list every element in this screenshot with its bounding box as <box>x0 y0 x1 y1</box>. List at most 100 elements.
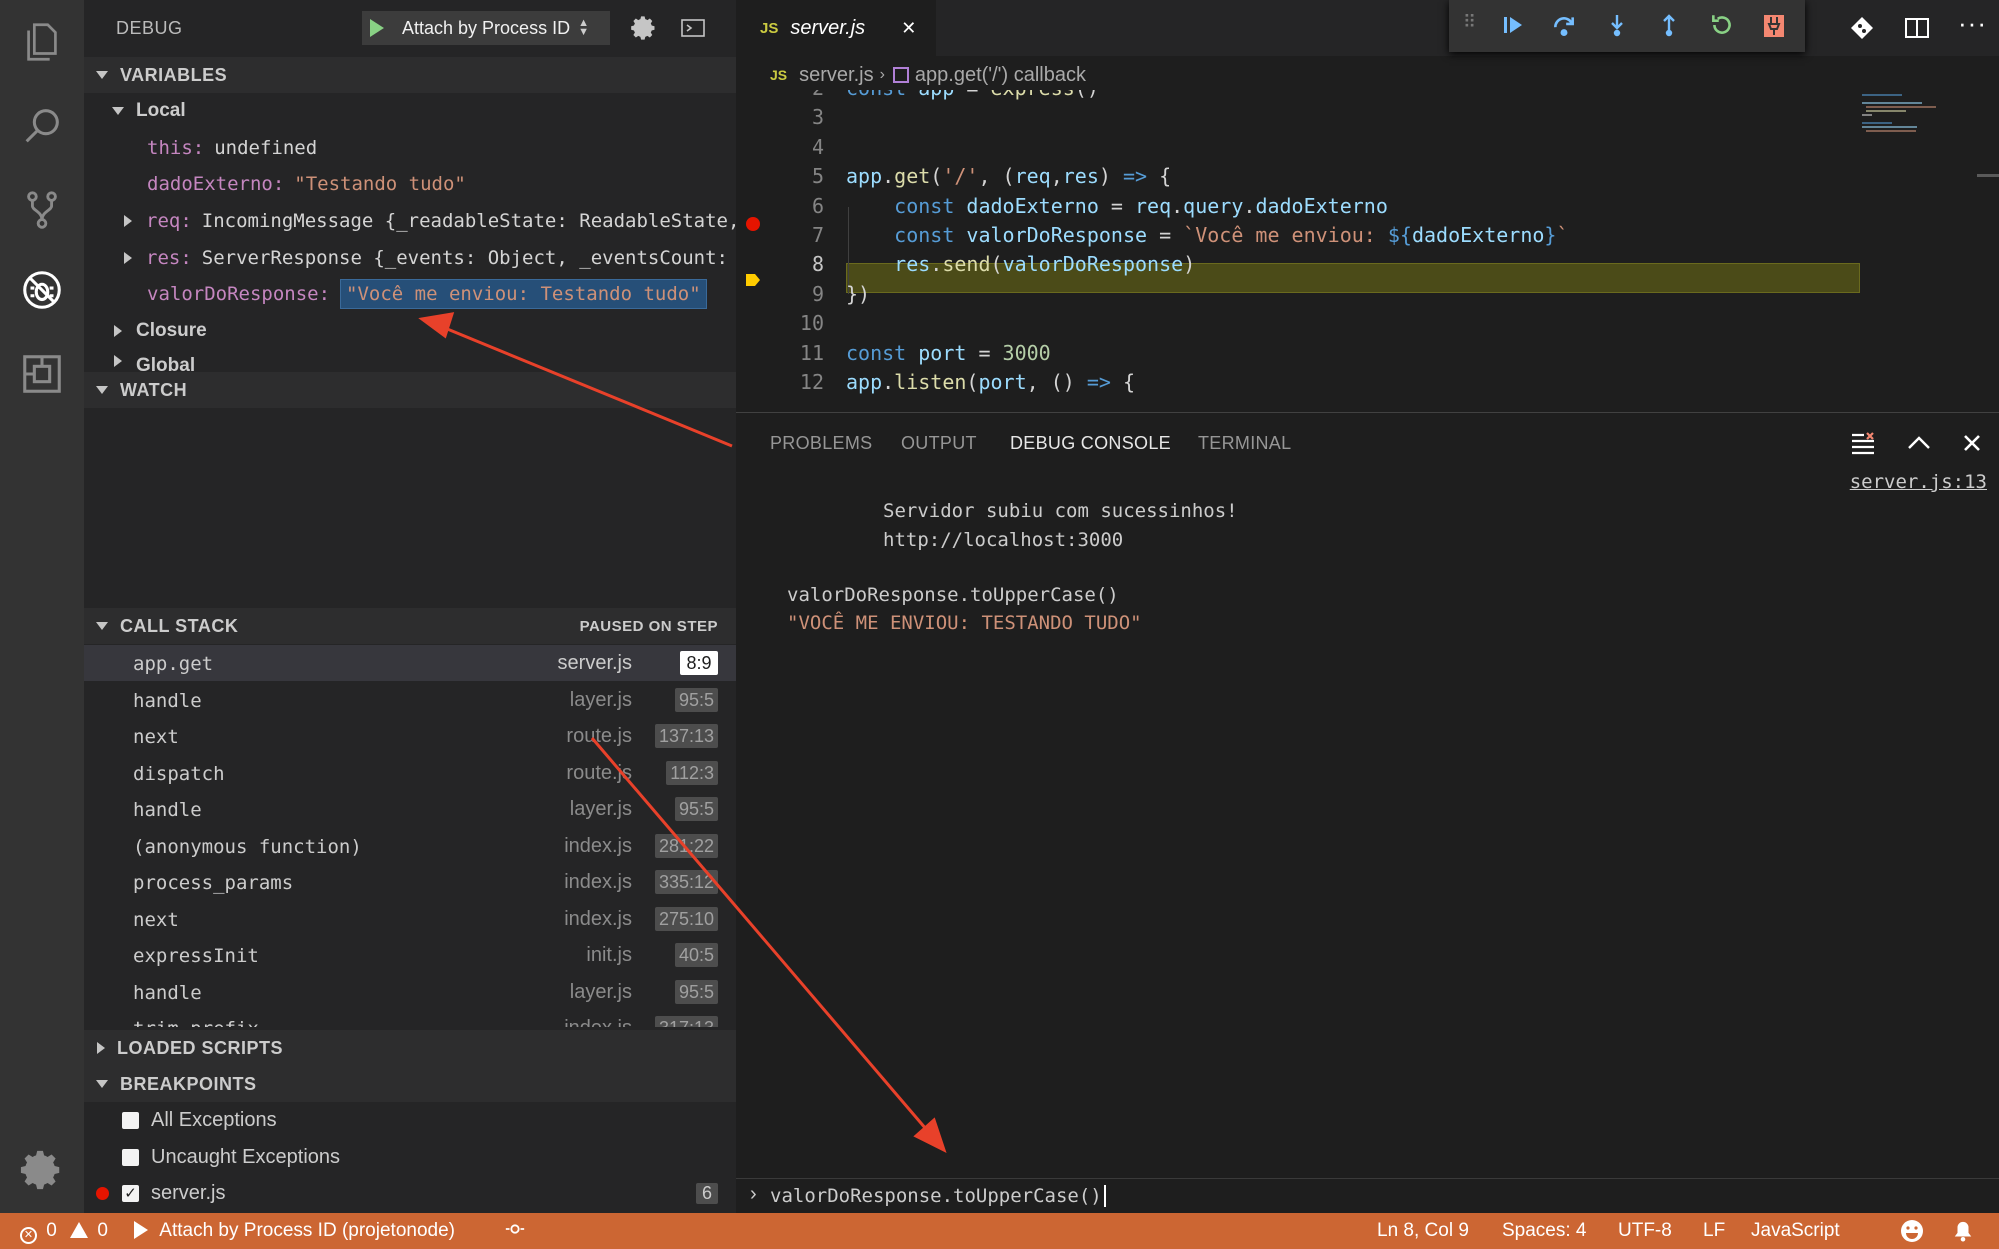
continue-icon[interactable] <box>1501 12 1525 38</box>
frame-file: index.js <box>564 871 632 893</box>
collapse-icon <box>96 71 108 79</box>
minimap[interactable] <box>1856 90 1956 160</box>
disconnect-icon[interactable] <box>1763 14 1785 38</box>
code-line: 2 const app = express() <box>736 90 1999 103</box>
prompt-chevron-icon: › <box>750 1183 757 1205</box>
expand-icon[interactable] <box>124 215 132 227</box>
breakpoints-title: BREAKPOINTS <box>120 1073 257 1094</box>
step-over-icon[interactable] <box>1551 12 1577 38</box>
call-stack-frame[interactable]: process_params index.js 335:12 <box>84 864 736 900</box>
call-stack-frame[interactable]: next route.js 137:13 <box>84 718 736 754</box>
call-stack-frame[interactable]: trim_prefix index.js 317:13 <box>84 1010 736 1027</box>
code-token: = <box>1147 223 1184 247</box>
search-icon[interactable] <box>0 84 84 168</box>
checkbox[interactable] <box>122 1111 139 1129</box>
tab-problems[interactable]: PROBLEMS <box>770 433 872 454</box>
extensions-icon[interactable] <box>0 332 84 416</box>
step-into-icon[interactable] <box>1605 12 1629 38</box>
call-stack-frame[interactable]: expressInit init.js 40:5 <box>84 937 736 973</box>
debug-console-toggle-icon[interactable] <box>680 16 706 40</box>
line-ending[interactable]: LF <box>1703 1220 1725 1242</box>
maximize-panel-icon[interactable] <box>1906 433 1932 453</box>
feedback-smiley-icon[interactable] <box>1900 1219 1924 1249</box>
code-token: dadoExterno <box>1411 223 1545 247</box>
call-stack-frame[interactable]: dispatch route.js 112:3 <box>84 755 736 791</box>
close-icon[interactable]: ✕ <box>901 18 916 39</box>
variable-row[interactable]: this: undefined <box>84 130 736 166</box>
debug-config-select[interactable]: Attach by Process ID ▲ ▼ <box>392 11 610 45</box>
call-stack-frame[interactable]: handle layer.js 95:5 <box>84 682 736 718</box>
frame-position-badge: 95:5 <box>674 979 718 1004</box>
breakpoint-item[interactable]: ✓ server.js 6 <box>84 1175 736 1211</box>
frame-file: server.js <box>557 652 632 674</box>
encoding[interactable]: UTF-8 <box>1618 1220 1672 1242</box>
watch-section-header[interactable]: WATCH <box>84 372 736 408</box>
scope-closure[interactable]: Closure <box>84 313 736 349</box>
checkbox-checked[interactable]: ✓ <box>122 1184 139 1202</box>
broadcast-icon[interactable] <box>504 1218 526 1246</box>
variable-row[interactable]: dadoExterno: "Testando tudo" <box>84 166 736 202</box>
call-stack-section-header[interactable]: CALL STACK PAUSED ON STEP <box>84 608 736 644</box>
code-area[interactable]: 2const app = express()345app.get('/', (r… <box>736 90 1999 412</box>
frame-function: (anonymous function) <box>133 835 362 858</box>
clear-console-icon[interactable] <box>1850 431 1876 455</box>
settings-gear-icon[interactable] <box>0 1128 84 1212</box>
tab-server-js[interactable]: JS server.js ✕ <box>736 0 936 56</box>
language-mode[interactable]: JavaScript <box>1751 1220 1840 1242</box>
notifications-bell-icon[interactable] <box>1952 1219 1974 1249</box>
open-changes-icon[interactable] <box>1850 16 1874 40</box>
frame-position-badge: 335:12 <box>654 870 718 894</box>
call-stack-frame[interactable]: (anonymous function) index.js 281:22 <box>84 828 736 864</box>
scope-global[interactable]: Global <box>84 349 736 371</box>
breakpoint-item[interactable]: All Exceptions <box>84 1102 736 1138</box>
more-actions-icon[interactable]: ··· <box>1958 8 1987 39</box>
debug-settings-icon[interactable] <box>630 14 658 42</box>
indentation[interactable]: Spaces: 4 <box>1502 1220 1587 1242</box>
line-number: 5 <box>811 164 824 188</box>
code-token: app <box>846 370 883 394</box>
variables-section-header[interactable]: VARIABLES <box>84 57 736 93</box>
debug-icon[interactable] <box>0 248 84 332</box>
split-editor-icon[interactable] <box>1904 16 1930 40</box>
tab-debug-console[interactable]: DEBUG CONSOLE <box>1010 433 1171 454</box>
loaded-scripts-section-header[interactable]: LOADED SCRIPTS <box>84 1030 736 1066</box>
scrollbar-thumb[interactable] <box>1977 174 1999 177</box>
close-panel-icon[interactable] <box>1962 433 1982 453</box>
tab-terminal[interactable]: TERMINAL <box>1198 433 1291 454</box>
restart-icon[interactable] <box>1709 12 1735 38</box>
variable-row[interactable]: res: ServerResponse {_events: Object, _e… <box>84 240 736 276</box>
start-debugging-button[interactable] <box>362 11 392 45</box>
breakpoint-item[interactable]: Uncaught Exceptions <box>84 1139 736 1175</box>
source-control-icon[interactable] <box>0 168 84 252</box>
breadcrumb-symbol[interactable]: app.get('/') callback <box>915 64 1086 87</box>
scope-local-label: Local <box>136 100 186 121</box>
call-stack-frame[interactable]: handle layer.js 95:5 <box>84 791 736 827</box>
breadcrumb-file[interactable]: server.js <box>799 64 873 87</box>
cursor-position[interactable]: Ln 8, Col 9 <box>1377 1220 1469 1242</box>
source-link[interactable]: server.js:13 <box>1850 471 1987 493</box>
scope-local[interactable]: Local <box>84 93 736 129</box>
call-stack-frame[interactable]: app.get server.js 8:9 <box>84 645 736 681</box>
variable-row[interactable]: req: IncomingMessage {_readableState: Re… <box>84 203 736 239</box>
line-number: 4 <box>811 135 824 159</box>
call-stack-frame[interactable]: handle layer.js 95:5 <box>84 974 736 1010</box>
step-out-icon[interactable] <box>1657 12 1681 38</box>
frame-function: trim_prefix <box>133 1018 259 1027</box>
line-number: 6 <box>811 194 824 218</box>
variable-row[interactable]: valorDoResponse: "Você me enviou: Testan… <box>84 276 736 312</box>
breakpoints-section-header[interactable]: BREAKPOINTS <box>84 1066 736 1102</box>
problems-indicator[interactable]: ✕ 0 0 <box>20 1220 108 1244</box>
tab-output[interactable]: OUTPUT <box>901 433 977 454</box>
checkbox[interactable] <box>122 1148 139 1166</box>
console-input[interactable]: valorDoResponse.toUpperCase() <box>770 1185 1106 1207</box>
code-token: res <box>1062 164 1099 188</box>
frame-function: app.get <box>133 653 214 675</box>
call-stack-frame[interactable]: next index.js 275:10 <box>84 901 736 937</box>
explorer-icon[interactable] <box>0 0 84 84</box>
debug-config-status[interactable]: Attach by Process ID (projetonode) <box>134 1220 455 1242</box>
code-token: send <box>942 252 991 276</box>
expand-icon[interactable] <box>124 252 132 264</box>
drag-handle-icon[interactable]: ⠿ <box>1463 12 1476 33</box>
breakpoint-label: Uncaught Exceptions <box>151 1145 341 1168</box>
console-input-row[interactable]: › valorDoResponse.toUpperCase() <box>736 1178 1999 1214</box>
